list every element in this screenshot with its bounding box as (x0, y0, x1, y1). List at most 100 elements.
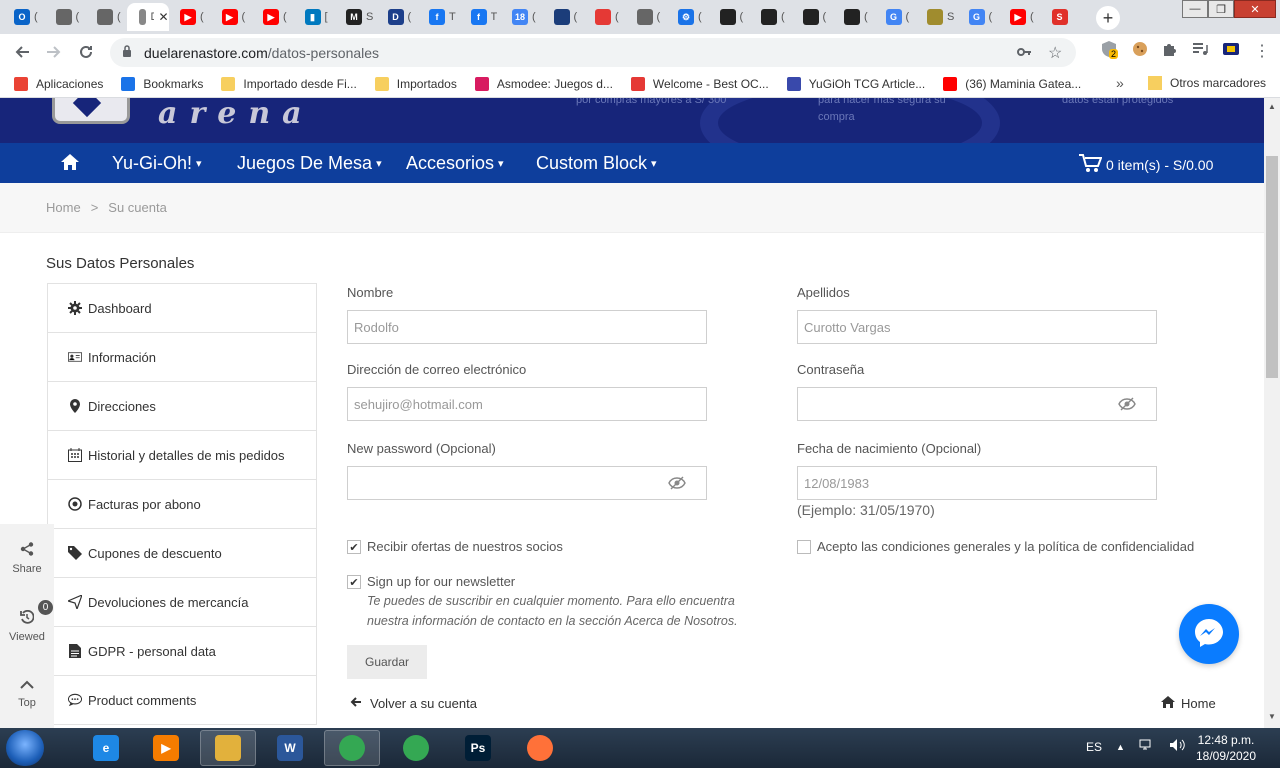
browser-tab[interactable]: D ✕ (126, 3, 169, 31)
network-icon[interactable] (1139, 738, 1155, 755)
profile-avatar[interactable] (1222, 40, 1240, 61)
media-player-taskbar-button[interactable]: ▶ (138, 730, 194, 766)
sidebar-item-facturas[interactable]: Facturas por abono (48, 480, 316, 529)
extension-shield-icon[interactable]: 2 (1100, 40, 1119, 61)
browser-tab[interactable]: ▶( (168, 3, 209, 31)
tray-expand-icon[interactable]: ▲ (1116, 742, 1125, 752)
eye-slash-icon[interactable] (1118, 397, 1136, 414)
bookmark-item[interactable]: Aplicaciones (14, 76, 103, 91)
birthdate-field[interactable]: 12/08/1983 (797, 466, 1157, 500)
bookmark-item[interactable]: Asmodee: Juegos d... (474, 76, 613, 91)
browser-tab[interactable]: ( (542, 3, 583, 31)
page-scrollbar[interactable]: ▲ ▼ (1264, 98, 1280, 728)
new-password-field[interactable] (347, 466, 707, 500)
browser-tab[interactable]: MS (334, 3, 375, 31)
browser-tab[interactable]: G( (874, 3, 915, 31)
chrome-taskbar-button[interactable] (324, 730, 380, 766)
menu-accesorios[interactable]: Accesorios ▾ (406, 153, 504, 174)
menu-custom-block[interactable]: Custom Block ▾ (536, 153, 657, 174)
sidebar-item-dashboard[interactable]: Dashboard (48, 284, 316, 333)
key-icon[interactable] (1016, 44, 1032, 63)
sidebar-item-historial[interactable]: Historial y detalles de mis pedidos (48, 431, 316, 480)
sidebar-item-product-comments[interactable]: Product comments (48, 676, 316, 725)
site-logo-icon[interactable] (52, 98, 130, 124)
checkbox-checked-icon[interactable]: ✔ (347, 575, 361, 589)
chrome-menu-icon[interactable]: ⋮ (1254, 41, 1270, 61)
bookmark-item[interactable]: YuGiOh TCG Article... (786, 76, 925, 91)
star-icon[interactable]: ☆ (1048, 43, 1062, 63)
other-bookmarks-folder[interactable]: Otros marcadores (1148, 76, 1266, 90)
bookmark-item[interactable]: (36) Maminia Gatea... (943, 76, 1081, 91)
sidebar-item-gdpr[interactable]: GDPR - personal data (48, 627, 316, 676)
back-icon[interactable] (6, 36, 38, 68)
browser-tab[interactable]: ▮[ (293, 3, 334, 31)
back-to-account-link[interactable]: Volver a su cuenta (350, 696, 477, 711)
browser-tab[interactable]: ( (85, 3, 126, 31)
checkbox-checked-icon[interactable]: ✔ (347, 540, 361, 554)
browser-tab[interactable]: ( (44, 3, 85, 31)
address-bar[interactable]: duelarenastore.com/datos-personales ☆ (110, 38, 1076, 67)
partners-offers-checkbox[interactable]: ✔ Recibir ofertas de nuestros socios (347, 539, 563, 554)
apellidos-input[interactable]: Curotto Vargas (797, 310, 1157, 344)
menu-juegos-de-mesa[interactable]: Juegos De Mesa ▾ (237, 153, 382, 174)
volume-icon[interactable] (1169, 738, 1185, 755)
browser-tab[interactable]: ( (749, 3, 790, 31)
scroll-thumb[interactable] (1266, 156, 1278, 378)
breadcrumb-home[interactable]: Home (46, 200, 81, 215)
internet-explorer-taskbar-button[interactable]: e (78, 730, 134, 766)
share-button[interactable]: Share (12, 524, 42, 592)
nombre-input[interactable]: Rodolfo (347, 310, 707, 344)
forward-icon[interactable] (38, 36, 70, 68)
browser-tab[interactable]: G( (957, 3, 998, 31)
language-indicator[interactable]: ES (1086, 740, 1102, 754)
messenger-chat-button[interactable] (1179, 604, 1239, 664)
email-field[interactable]: sehujiro@hotmail.com (347, 387, 707, 421)
newsletter-checkbox[interactable]: ✔ Sign up for our newsletter Te puedes d… (347, 574, 767, 631)
sidebar-item-direcciones[interactable]: Direcciones (48, 382, 316, 431)
bookmark-item[interactable]: Bookmarks (121, 76, 203, 91)
browser-tab[interactable]: fT (417, 3, 458, 31)
browser-tab[interactable]: O( (2, 3, 43, 31)
browser-tab[interactable]: ( (708, 3, 749, 31)
firefox-taskbar-button[interactable] (512, 730, 568, 766)
browser-tab[interactable]: D( (376, 3, 417, 31)
minimize-button[interactable]: — (1182, 0, 1208, 18)
maximize-button[interactable]: ❐ (1208, 0, 1234, 18)
bookmarks-overflow-button[interactable]: » (1116, 75, 1124, 91)
start-button[interactable] (6, 730, 44, 766)
browser-tab[interactable]: ▶( (998, 3, 1039, 31)
file-explorer-taskbar-button[interactable] (200, 730, 256, 766)
cart-button[interactable]: 0 item(s) - S/0.00 (1078, 153, 1213, 176)
password-field[interactable] (797, 387, 1157, 421)
browser-tab[interactable]: ( (791, 3, 832, 31)
sidebar-item-informacion[interactable]: Información (48, 333, 316, 382)
browser-tab[interactable]: ( (832, 3, 873, 31)
browser-tab[interactable]: 18 ( (500, 3, 541, 31)
media-control-icon[interactable] (1192, 41, 1208, 60)
eye-slash-icon[interactable] (668, 476, 686, 493)
menu-yugioh[interactable]: Yu-Gi-Oh! ▾ (112, 153, 202, 174)
terms-checkbox[interactable]: Acepto las condiciones generales y la po… (797, 539, 1194, 554)
sidebar-item-cupones[interactable]: Cupones de descuento (48, 529, 316, 578)
word-taskbar-button[interactable]: W (262, 730, 318, 766)
photoshop-taskbar-button[interactable]: Ps (450, 730, 506, 766)
home-link[interactable]: Home (1161, 696, 1216, 711)
save-button[interactable]: Guardar (347, 645, 427, 679)
scroll-down-icon[interactable]: ▼ (1268, 712, 1276, 721)
extensions-puzzle-icon[interactable] (1162, 41, 1178, 60)
browser-tab[interactable]: ( (625, 3, 666, 31)
system-clock[interactable]: 12:48 p.m. 18/09/2020 (1186, 732, 1266, 764)
close-tab-icon[interactable]: ✕ (158, 10, 168, 24)
browser-tab[interactable]: fT (459, 3, 500, 31)
chrome-taskbar-button[interactable] (388, 730, 444, 766)
browser-tab[interactable]: S (1040, 3, 1081, 31)
extension-cookie-icon[interactable] (1132, 41, 1148, 60)
browser-tab[interactable]: ⚙( (666, 3, 707, 31)
close-window-button[interactable]: ✕ (1234, 0, 1276, 18)
bookmark-item[interactable]: Importados (374, 76, 457, 91)
reload-icon[interactable] (70, 36, 102, 68)
scroll-up-icon[interactable]: ▲ (1268, 102, 1276, 111)
home-icon[interactable] (60, 153, 80, 174)
bookmark-item[interactable]: Importado desde Fi... (221, 76, 357, 91)
browser-tab[interactable]: ( (583, 3, 624, 31)
